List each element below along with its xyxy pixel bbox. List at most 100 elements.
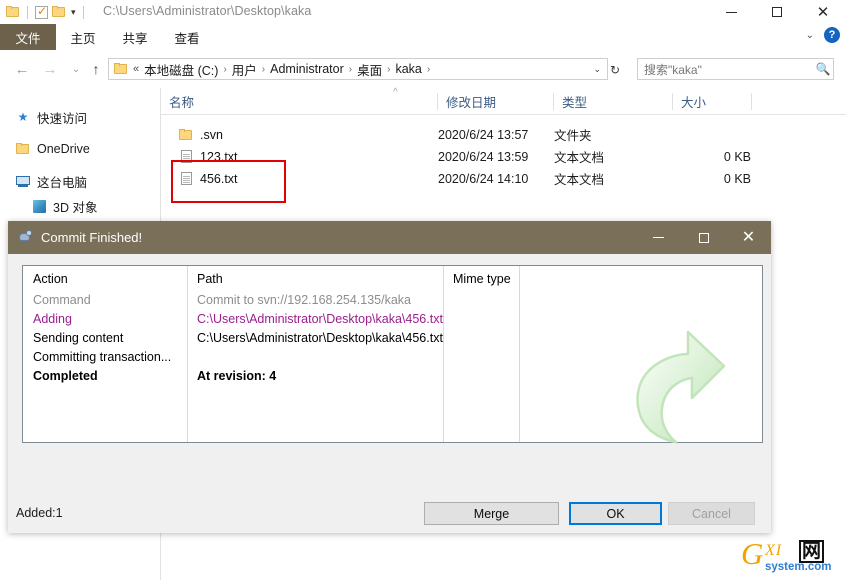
sidebar-item-this-pc[interactable]: 这台电脑 (14, 171, 87, 191)
file-list-header: 名称 ^ 修改日期 类型 大小 (161, 87, 846, 115)
file-date-cell: 2020/6/24 13:59 (438, 149, 529, 164)
this-pc-icon (14, 175, 32, 187)
file-name-cell[interactable]: .svn (177, 124, 223, 145)
chevron-down-icon[interactable]: ⌄ (587, 64, 607, 75)
ok-button[interactable]: OK (569, 502, 662, 525)
log-column-header-mime[interactable]: Mime type (453, 272, 511, 286)
window-title-path: C:\Users\Administrator\Desktop\kaka (103, 4, 312, 18)
tab-home[interactable]: 主页 (60, 24, 106, 50)
sidebar-item-quick-access[interactable]: ★ 快速访问 (14, 107, 87, 127)
recent-locations-button[interactable]: ⌄ (66, 59, 86, 79)
search-icon[interactable]: 🔍 (813, 62, 833, 76)
column-header-date[interactable]: 修改日期 (438, 88, 554, 114)
quick-access-toolbar: ▾ (6, 3, 87, 21)
file-date-cell: 2020/6/24 14:10 (438, 171, 529, 186)
folder-icon (177, 128, 195, 141)
explorer-title-bar: ▾ C:\Users\Administrator\Desktop\kaka ✕ (0, 0, 846, 24)
commit-log-list[interactable]: Action Path Mime type Command Commit to … (22, 265, 763, 443)
maximize-button[interactable] (754, 0, 800, 24)
commit-finished-dialog: Commit Finished! ✕ Action Path Mime type… (8, 221, 771, 533)
tab-share[interactable]: 共享 (112, 24, 158, 50)
refresh-icon[interactable]: ↻ (610, 63, 620, 77)
dialog-minimize-button[interactable] (636, 221, 681, 254)
breadcrumb-separator-icon[interactable]: › (382, 64, 395, 75)
close-icon: ✕ (741, 228, 756, 246)
file-type-cell: 文本文档 (554, 151, 605, 165)
watermark-domain: system.com (765, 561, 832, 573)
sidebar-item-3d-objects[interactable]: 3D 对象 (30, 196, 97, 216)
new-folder-icon[interactable] (52, 6, 66, 18)
column-divider[interactable] (751, 93, 752, 110)
search-input[interactable]: 搜索"kaka" (638, 61, 813, 78)
column-header-size[interactable]: 大小 (673, 88, 751, 114)
dialog-status-text: Added:1 (16, 506, 63, 520)
dialog-window-controls: ✕ (636, 221, 771, 254)
breadcrumb-item-drive[interactable]: 本地磁盘 (C:) (144, 60, 218, 79)
breadcrumb-item-kaka[interactable]: kaka (395, 62, 421, 76)
search-box[interactable]: 搜索"kaka" 🔍 (637, 58, 834, 80)
cancel-button: Cancel (668, 502, 755, 525)
sidebar-item-label: 这台电脑 (37, 175, 88, 190)
file-size-cell: 0 KB (723, 171, 751, 186)
watermark-xi: XI (765, 542, 783, 559)
table-row[interactable]: .svn 2020/6/24 13:57 文件夹 (161, 124, 846, 145)
chevron-down-icon[interactable]: ⌄ (806, 30, 814, 41)
breadcrumb-separator-icon[interactable]: › (422, 64, 435, 75)
sort-ascending-icon: ^ (393, 87, 398, 98)
help-icon[interactable]: ? (824, 27, 840, 43)
screenshot-root: ▾ C:\Users\Administrator\Desktop\kaka ✕ … (0, 0, 846, 580)
breadcrumb-overflow-icon[interactable]: « (130, 63, 144, 75)
maximize-icon (698, 232, 709, 243)
sidebar-item-label: OneDrive (37, 142, 90, 156)
maximize-icon (772, 7, 782, 17)
file-size-cell: 0 KB (723, 149, 751, 164)
sidebar-item-label: 快速访问 (37, 111, 88, 126)
address-bar[interactable]: « 本地磁盘 (C:) › 用户 › Administrator › 桌面 › … (108, 58, 608, 80)
merge-button[interactable]: Merge (424, 502, 559, 525)
log-action-cell: Sending content (33, 331, 124, 345)
minimize-icon (725, 11, 737, 13)
column-header-type[interactable]: 类型 (554, 88, 673, 114)
star-pin-icon: ★ (17, 110, 29, 124)
dialog-maximize-button[interactable] (681, 221, 726, 254)
back-button[interactable]: ← (12, 59, 32, 79)
minimize-button[interactable] (708, 0, 754, 24)
log-path-cell: At revision: 4 (197, 369, 277, 383)
tab-file[interactable]: 文件 (0, 24, 56, 50)
site-watermark: G XI 网 system.com (741, 538, 841, 576)
forward-button[interactable]: → (40, 59, 60, 79)
up-button[interactable]: ↑ (86, 59, 106, 79)
breadcrumb-item-desktop[interactable]: 桌面 (357, 60, 382, 79)
breadcrumb-item-users[interactable]: 用户 (232, 60, 257, 79)
log-column-header-action[interactable]: Action (33, 272, 68, 286)
qat-separator-2 (82, 5, 84, 19)
sidebar-item-label: 3D 对象 (53, 200, 98, 215)
folder-icon[interactable] (6, 6, 20, 18)
properties-check-icon[interactable] (35, 4, 48, 19)
watermark-cn: 网 (799, 540, 825, 563)
close-button[interactable]: ✕ (800, 0, 846, 24)
chevron-down-icon[interactable]: ▾ (71, 7, 76, 17)
log-column-divider[interactable] (187, 266, 188, 442)
log-column-divider[interactable] (519, 266, 520, 442)
ribbon-right-controls: ⌄ ? (806, 27, 840, 43)
log-path-cell: C:\Users\Administrator\Desktop\kaka\456.… (197, 331, 443, 345)
sidebar-item-onedrive[interactable]: OneDrive (14, 139, 90, 159)
breadcrumb-separator-icon[interactable]: › (218, 64, 231, 75)
breadcrumb-separator-icon[interactable]: › (344, 64, 357, 75)
dialog-title-bar: Commit Finished! ✕ (8, 221, 771, 254)
breadcrumb-item-administrator[interactable]: Administrator (270, 62, 344, 76)
file-type-cell: 文件夹 (554, 129, 592, 143)
tortoisesvn-icon (18, 230, 33, 245)
log-column-divider[interactable] (443, 266, 444, 442)
dialog-close-button[interactable]: ✕ (726, 221, 771, 254)
breadcrumb-separator-icon[interactable]: › (257, 64, 270, 75)
tab-view[interactable]: 查看 (164, 24, 210, 50)
log-action-cell: Command (33, 293, 91, 307)
file-size-cell (673, 124, 751, 145)
dialog-title: Commit Finished! (41, 230, 143, 245)
log-action-cell: Committing transaction... (33, 350, 172, 364)
cube-icon (30, 199, 48, 213)
log-column-header-path[interactable]: Path (197, 272, 223, 286)
file-type-cell: 文本文档 (554, 173, 605, 187)
